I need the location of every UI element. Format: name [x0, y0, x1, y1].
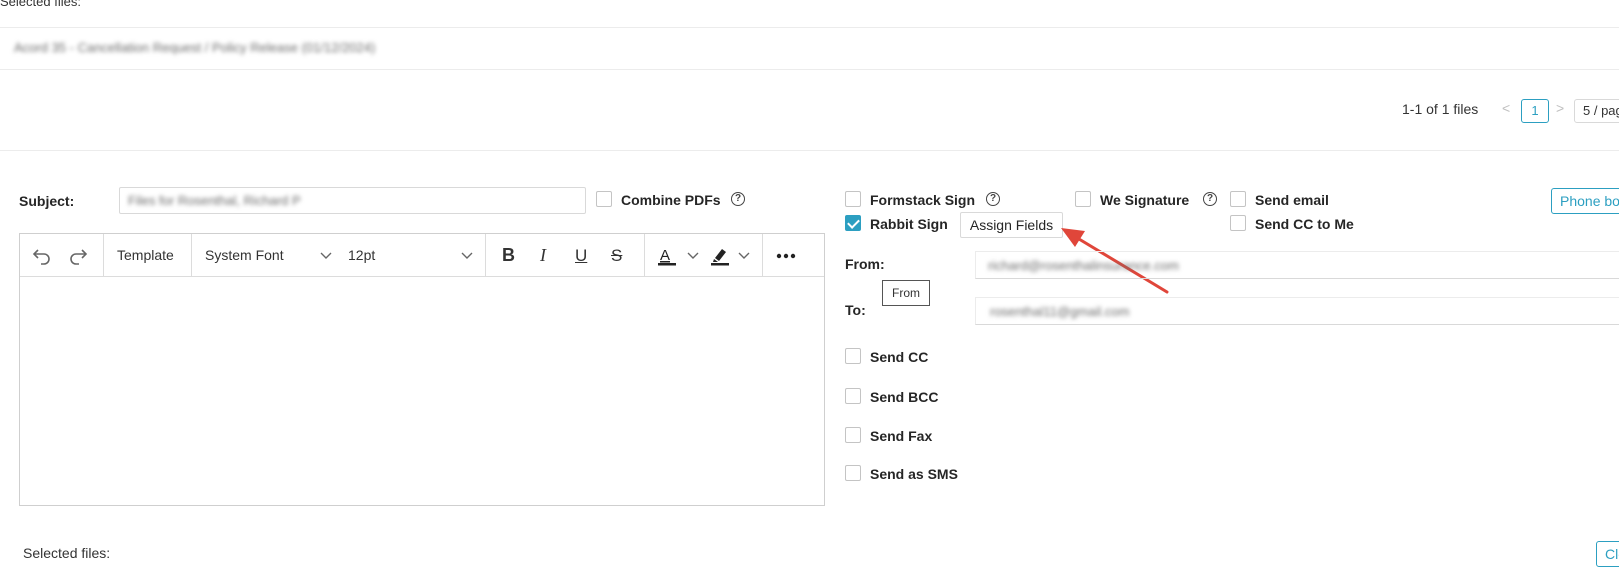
phone-book-button[interactable]: Phone book: [1551, 188, 1619, 214]
toolbar-separator: [103, 234, 104, 277]
subject-value: Files for Rosenthal, Richard P: [128, 193, 301, 208]
we-signature-checkbox[interactable]: [1075, 191, 1091, 207]
chevron-down-icon[interactable]: [738, 252, 750, 260]
send-fax-label: Send Fax: [870, 428, 933, 444]
subject-label: Subject:: [19, 193, 75, 209]
send-bcc-checkbox[interactable]: [845, 388, 861, 404]
highlight-icon[interactable]: [709, 245, 731, 267]
undo-icon[interactable]: [32, 247, 52, 265]
toolbar-separator: [644, 234, 645, 277]
send-bcc-label: Send BCC: [870, 389, 939, 405]
more-icon[interactable]: [775, 253, 797, 259]
send-fax-checkbox[interactable]: [845, 427, 861, 443]
to-input[interactable]: rosenthal11@gmail.com: [975, 297, 1619, 325]
combine-pdfs-label: Combine PDFs: [621, 192, 721, 208]
to-label: To:: [845, 302, 866, 318]
formstack-sign-checkbox[interactable]: [845, 191, 861, 207]
formstack-sign-label: Formstack Sign: [870, 192, 976, 208]
send-email-label: Send email: [1255, 192, 1329, 208]
chevron-down-icon[interactable]: [687, 252, 699, 260]
help-icon[interactable]: ?: [1203, 192, 1217, 206]
pagination-page-1[interactable]: 1: [1521, 99, 1549, 123]
toolbar-separator: [485, 234, 486, 277]
rabbit-sign-checkbox[interactable]: [845, 215, 861, 231]
we-signature-label: We Signature: [1100, 192, 1190, 208]
underline-icon[interactable]: U: [575, 234, 587, 277]
send-cc-to-me-label: Send CC to Me: [1255, 216, 1354, 232]
from-label: From:: [845, 256, 885, 272]
toolbar-separator: [191, 234, 192, 277]
font-size-select[interactable]: 12pt: [348, 234, 375, 277]
send-sms-checkbox[interactable]: [845, 465, 861, 481]
subject-input[interactable]: Files for Rosenthal, Richard P: [119, 187, 586, 214]
font-family-select[interactable]: System Font: [205, 234, 284, 277]
from-value: richard@rosenthalinsurance.com: [988, 258, 1179, 273]
file-name: Acord 35 - Cancellation Request / Policy…: [14, 40, 376, 55]
send-sms-label: Send as SMS: [870, 466, 958, 482]
chevron-right-icon[interactable]: >: [1556, 100, 1564, 116]
italic-icon[interactable]: I: [540, 234, 546, 277]
chevron-down-icon[interactable]: [320, 252, 332, 260]
from-input[interactable]: richard@rosenthalinsurance.com: [975, 251, 1619, 279]
editor-body[interactable]: [20, 278, 824, 505]
chevron-down-icon[interactable]: [461, 252, 473, 260]
selected-files-label-top: Selected files:: [0, 0, 81, 9]
page-size-select[interactable]: 5 / page: [1574, 99, 1619, 123]
chevron-left-icon[interactable]: <: [1502, 100, 1510, 116]
assign-fields-button[interactable]: Assign Fields: [960, 212, 1063, 238]
send-email-checkbox[interactable]: [1230, 191, 1246, 207]
strikethrough-icon[interactable]: S: [611, 234, 622, 277]
divider: [0, 69, 1619, 70]
send-cc-label: Send CC: [870, 349, 929, 365]
editor-toolbar: Template System Font 12pt B I U S A: [20, 234, 824, 277]
to-recipient-tag[interactable]: rosenthal11@gmail.com: [990, 304, 1129, 319]
help-icon[interactable]: ?: [986, 192, 1000, 206]
bold-icon[interactable]: B: [502, 234, 515, 277]
rabbit-sign-label: Rabbit Sign: [870, 216, 948, 232]
svg-text:A: A: [660, 247, 670, 264]
template-button[interactable]: Template: [117, 234, 174, 277]
text-color-icon[interactable]: A: [656, 245, 678, 267]
redo-icon[interactable]: [68, 247, 88, 265]
help-icon[interactable]: ?: [731, 192, 745, 206]
send-cc-to-me-checkbox[interactable]: [1230, 215, 1246, 231]
combine-pdfs-checkbox[interactable]: [596, 191, 612, 207]
pagination-info: 1-1 of 1 files: [1402, 101, 1479, 117]
selected-files-label: Selected files:: [23, 545, 111, 561]
toolbar-separator: [762, 234, 763, 277]
divider: [0, 150, 1619, 151]
from-tooltip: From: [882, 280, 930, 306]
clear-button[interactable]: Clear: [1596, 541, 1619, 567]
rich-text-editor: Template System Font 12pt B I U S A: [19, 233, 825, 506]
send-cc-checkbox[interactable]: [845, 348, 861, 364]
file-list-item[interactable]: Acord 35 - Cancellation Request / Policy…: [0, 28, 460, 68]
